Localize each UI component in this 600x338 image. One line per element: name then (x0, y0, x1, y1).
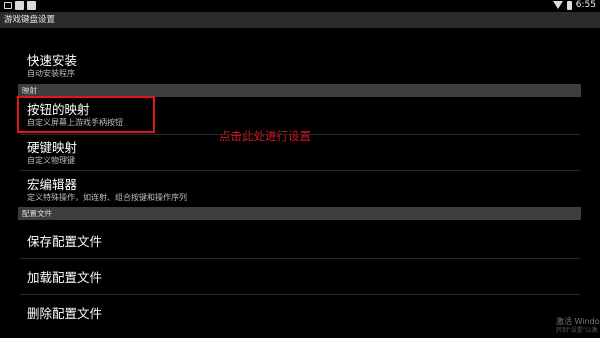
list-item-hardkey-mapping[interactable]: 硬键映射 自定义物理键 (20, 135, 580, 170)
list-item-macro-editor[interactable]: 宏编辑器 定义特殊操作，如连射、组合按键和操作序列 (20, 171, 580, 207)
app-icon (27, 1, 36, 10)
app-icon (15, 1, 24, 10)
status-time: 6:55 (575, 0, 596, 10)
list-item-delete-config[interactable]: 删除配置文件 (20, 295, 580, 331)
hardkey-mapping-subtitle: 自定义物理键 (27, 156, 75, 165)
macro-editor-title: 宏编辑器 (27, 177, 78, 192)
section-mapping-label: 映射 (22, 86, 37, 95)
app-title-bar: 游戏键盘设置 (0, 12, 600, 28)
section-header-config-file: 配置文件 (18, 207, 581, 220)
status-bar: 6:55 (0, 0, 600, 12)
wifi-icon (552, 1, 563, 9)
screenshot-icon (4, 2, 12, 9)
list-item-save-config[interactable]: 保存配置文件 (20, 221, 580, 258)
section-config-file-label: 配置文件 (22, 209, 52, 218)
save-config-title: 保存配置文件 (27, 234, 103, 249)
quick-install-subtitle: 自动安装程序 (27, 69, 75, 78)
app-title: 游戏键盘设置 (4, 15, 56, 25)
delete-config-title: 删除配置文件 (27, 306, 103, 321)
hardkey-mapping-title: 硬键映射 (27, 140, 78, 155)
quick-install-title: 快速安装 (27, 53, 78, 68)
macro-editor-subtitle: 定义特殊操作，如连射、组合按键和操作序列 (27, 193, 187, 202)
load-config-title: 加载配置文件 (27, 270, 103, 285)
list-item-quick-install[interactable]: 快速安装 自动安装程序 (20, 46, 580, 82)
battery-icon (566, 0, 572, 10)
watermark-line-1: 激活 Windo (556, 317, 600, 326)
list-item-load-config[interactable]: 加载配置文件 (20, 259, 580, 294)
highlight-box (17, 96, 155, 133)
watermark-line-2: 转到"设置"以激 (556, 327, 598, 334)
activation-watermark: 激活 Windo 转到"设置"以激 (556, 317, 600, 335)
